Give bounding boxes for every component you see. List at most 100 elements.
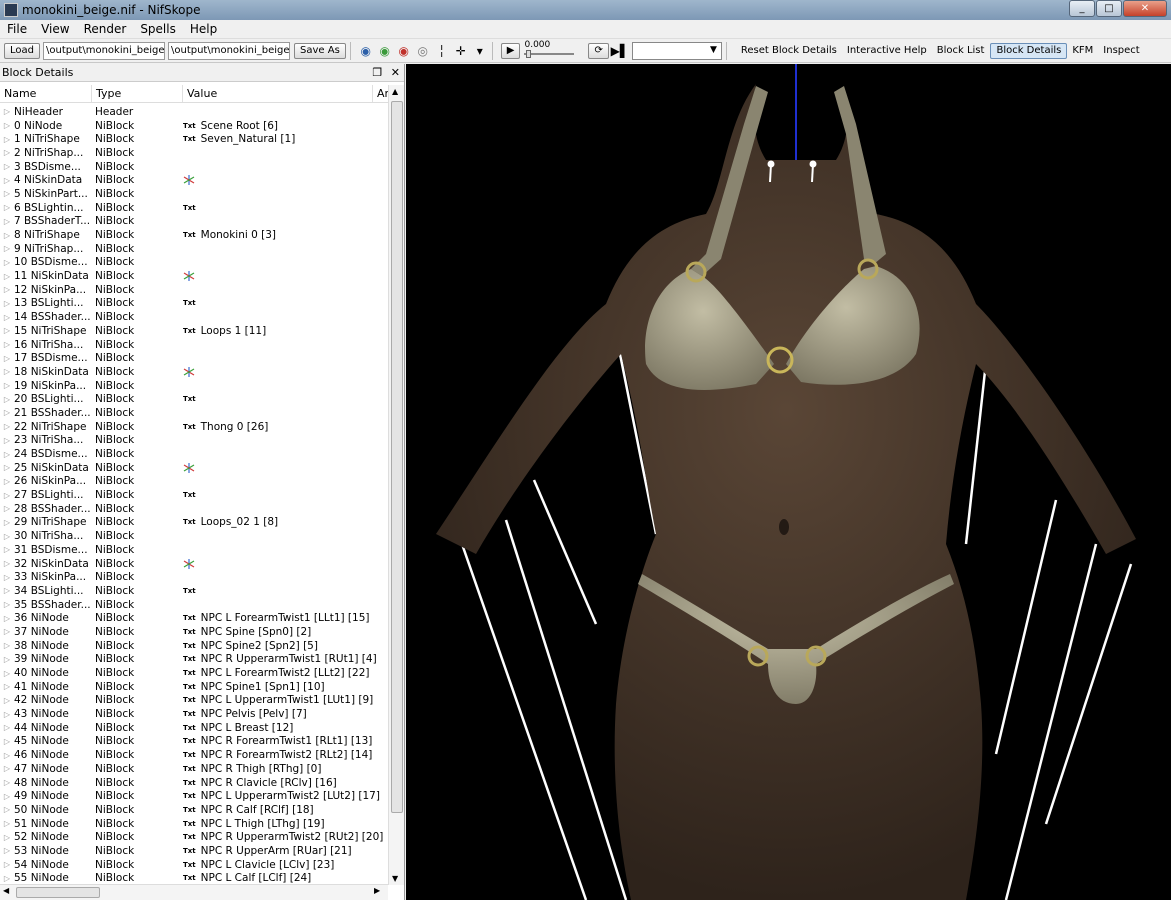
expand-arrow-icon[interactable]: ▷ <box>0 162 14 171</box>
expand-arrow-icon[interactable]: ▷ <box>0 805 14 814</box>
move-icon[interactable]: ✛ <box>453 43 469 59</box>
tree-row[interactable]: ▷ 8 NiTriShape NiBlock Txt Monokini 0 [3] <box>0 228 388 242</box>
tree-row[interactable]: ▷ 35 BSShader... NiBlock <box>0 598 388 612</box>
expand-arrow-icon[interactable]: ▷ <box>0 450 14 459</box>
slider-handle[interactable] <box>526 49 532 58</box>
time-slider[interactable]: 0.000 <box>524 40 584 60</box>
save-path-field[interactable]: \output\monokini_beige.nif <box>168 41 290 60</box>
tree-row[interactable]: ▷ 36 NiNode NiBlock Txt NPC L ForearmTwist1 … <box>0 611 388 625</box>
expand-arrow-icon[interactable]: ▷ <box>0 846 14 855</box>
tree-row[interactable]: ▷ 23 NiTriSha... NiBlock <box>0 434 388 448</box>
expand-arrow-icon[interactable]: ▷ <box>0 121 14 130</box>
tree-row[interactable]: ▷ 4 NiSkinData NiBlock <box>0 173 388 187</box>
column-name[interactable]: Name <box>0 85 92 102</box>
load-path-field[interactable]: \output\monokini_beige.nif <box>43 41 165 60</box>
block-list-button[interactable]: Block List <box>937 45 985 56</box>
eye-outline-icon[interactable]: ◎ <box>415 43 431 59</box>
float-icon[interactable]: ❐ <box>372 66 382 79</box>
minimize-icon[interactable]: _ <box>1069 0 1095 17</box>
tree-row[interactable]: ▷ 51 NiNode NiBlock Txt NPC L Thigh [LThg] [… <box>0 817 388 831</box>
tree-row[interactable]: ▷ 18 NiSkinData NiBlock <box>0 365 388 379</box>
tree-row[interactable]: ▷ 50 NiNode NiBlock Txt NPC R Calf [RClf] [1… <box>0 803 388 817</box>
tree-row[interactable]: ▷ 27 BSLighti... NiBlock Txt <box>0 488 388 502</box>
tree-row[interactable]: ▷ 5 NiSkinPart... NiBlock <box>0 187 388 201</box>
tree-row[interactable]: ▷ 15 NiTriShape NiBlock Txt Loops 1 [11] <box>0 324 388 338</box>
expand-arrow-icon[interactable]: ▷ <box>0 778 14 787</box>
tree-row[interactable]: ▷ 41 NiNode NiBlock Txt NPC Spine1 [Spn1] [1… <box>0 680 388 694</box>
menu-render[interactable]: Render <box>77 22 134 36</box>
loop-icon[interactable]: ⟳ <box>588 42 609 59</box>
expand-arrow-icon[interactable]: ▷ <box>0 504 14 513</box>
eye-icon[interactable]: ◉ <box>358 43 374 59</box>
maximize-icon[interactable]: □ <box>1096 0 1122 17</box>
expand-arrow-icon[interactable]: ▷ <box>0 723 14 732</box>
expand-arrow-icon[interactable]: ▷ <box>0 532 14 541</box>
scroll-down-icon[interactable]: ▼ <box>392 874 398 883</box>
expand-arrow-icon[interactable]: ▷ <box>0 491 14 500</box>
tree-row[interactable]: ▷ 3 BSDisme... NiBlock <box>0 160 388 174</box>
tree-row[interactable]: ▷ 39 NiNode NiBlock Txt NPC R UpperarmTwist1… <box>0 653 388 667</box>
menu-file[interactable]: File <box>0 22 34 36</box>
expand-arrow-icon[interactable]: ▷ <box>0 463 14 472</box>
expand-arrow-icon[interactable]: ▷ <box>0 189 14 198</box>
expand-arrow-icon[interactable]: ▷ <box>0 600 14 609</box>
expand-arrow-icon[interactable]: ▷ <box>0 682 14 691</box>
tree-row[interactable]: ▷ 47 NiNode NiBlock Txt NPC R Thigh [RThg] [… <box>0 762 388 776</box>
tree-row[interactable]: ▷ NiHeader Header <box>0 105 388 119</box>
bones-icon[interactable]: ╎ <box>434 43 450 59</box>
horizontal-scrollbar[interactable]: ◀ ▶ <box>0 884 388 900</box>
tree-row[interactable]: ▷ 17 BSDisme... NiBlock <box>0 351 388 365</box>
expand-arrow-icon[interactable]: ▷ <box>0 833 14 842</box>
tree-row[interactable]: ▷ 28 BSShader... NiBlock <box>0 502 388 516</box>
expand-arrow-icon[interactable]: ▷ <box>0 367 14 376</box>
hscrollbar-thumb[interactable] <box>16 887 100 898</box>
tree-row[interactable]: ▷ 42 NiNode NiBlock Txt NPC L UpperarmTwist1… <box>0 694 388 708</box>
close-icon[interactable]: ✕ <box>1123 0 1167 17</box>
expand-arrow-icon[interactable]: ▷ <box>0 614 14 623</box>
menu-help[interactable]: Help <box>183 22 224 36</box>
tree-row[interactable]: ▷ 33 NiSkinPa... NiBlock <box>0 570 388 584</box>
expand-arrow-icon[interactable]: ▷ <box>0 874 14 883</box>
expand-arrow-icon[interactable]: ▷ <box>0 627 14 636</box>
expand-arrow-icon[interactable]: ▷ <box>0 819 14 828</box>
expand-arrow-icon[interactable]: ▷ <box>0 573 14 582</box>
expand-arrow-icon[interactable]: ▷ <box>0 792 14 801</box>
load-button[interactable]: Load <box>4 42 40 59</box>
tree-row[interactable]: ▷ 54 NiNode NiBlock Txt NPC L Clavicle [LClv… <box>0 858 388 872</box>
tree-row[interactable]: ▷ 32 NiSkinData NiBlock <box>0 557 388 571</box>
vertical-scrollbar[interactable]: ▲ ▼ <box>388 85 404 885</box>
tree-row[interactable]: ▷ 37 NiNode NiBlock Txt NPC Spine [Spn0] [2] <box>0 625 388 639</box>
expand-arrow-icon[interactable]: ▷ <box>0 244 14 253</box>
expand-arrow-icon[interactable]: ▷ <box>0 148 14 157</box>
expand-arrow-icon[interactable]: ▷ <box>0 764 14 773</box>
tree-row[interactable]: ▷ 25 NiSkinData NiBlock <box>0 461 388 475</box>
scroll-up-icon[interactable]: ▲ <box>392 87 398 96</box>
tree-row[interactable]: ▷ 22 NiTriShape NiBlock Txt Thong 0 [26] <box>0 420 388 434</box>
tree-row[interactable]: ▷ 9 NiTriShap... NiBlock <box>0 242 388 256</box>
eye-red-icon[interactable]: ◉ <box>396 43 412 59</box>
tree-row[interactable]: ▷ 48 NiNode NiBlock Txt NPC R Clavicle [RClv… <box>0 776 388 790</box>
scrollbar-thumb[interactable] <box>391 101 403 813</box>
expand-arrow-icon[interactable]: ▷ <box>0 203 14 212</box>
tree-row[interactable]: ▷ 20 BSLighti... NiBlock Txt <box>0 392 388 406</box>
scroll-left-icon[interactable]: ◀ <box>3 886 9 895</box>
expand-arrow-icon[interactable]: ▷ <box>0 408 14 417</box>
expand-arrow-icon[interactable]: ▷ <box>0 518 14 527</box>
tree-row[interactable]: ▷ 43 NiNode NiBlock Txt NPC Pelvis [Pelv] [7… <box>0 707 388 721</box>
tree-row[interactable]: ▷ 2 NiTriShap... NiBlock <box>0 146 388 160</box>
tree-row[interactable]: ▷ 30 NiTriSha... NiBlock <box>0 529 388 543</box>
tree-row[interactable]: ▷ 29 NiTriShape NiBlock Txt Loops_02 1 [8] <box>0 516 388 530</box>
expand-arrow-icon[interactable]: ▷ <box>0 299 14 308</box>
expand-arrow-icon[interactable]: ▷ <box>0 422 14 431</box>
tree-row[interactable]: ▷ 16 NiTriSha... NiBlock <box>0 338 388 352</box>
animation-select[interactable]: ▼ <box>631 41 722 60</box>
expand-arrow-icon[interactable]: ▷ <box>0 272 14 281</box>
tree-row[interactable]: ▷ 1 NiTriShape NiBlock Txt Seven_Natural [1] <box>0 132 388 146</box>
expand-arrow-icon[interactable]: ▷ <box>0 710 14 719</box>
chevron-down-icon[interactable]: ▾ <box>472 43 488 59</box>
expand-arrow-icon[interactable]: ▷ <box>0 135 14 144</box>
expand-arrow-icon[interactable]: ▷ <box>0 313 14 322</box>
tree-row[interactable]: ▷ 10 BSDisme... NiBlock <box>0 256 388 270</box>
expand-arrow-icon[interactable]: ▷ <box>0 340 14 349</box>
column-argument[interactable]: Ar <box>373 85 389 102</box>
